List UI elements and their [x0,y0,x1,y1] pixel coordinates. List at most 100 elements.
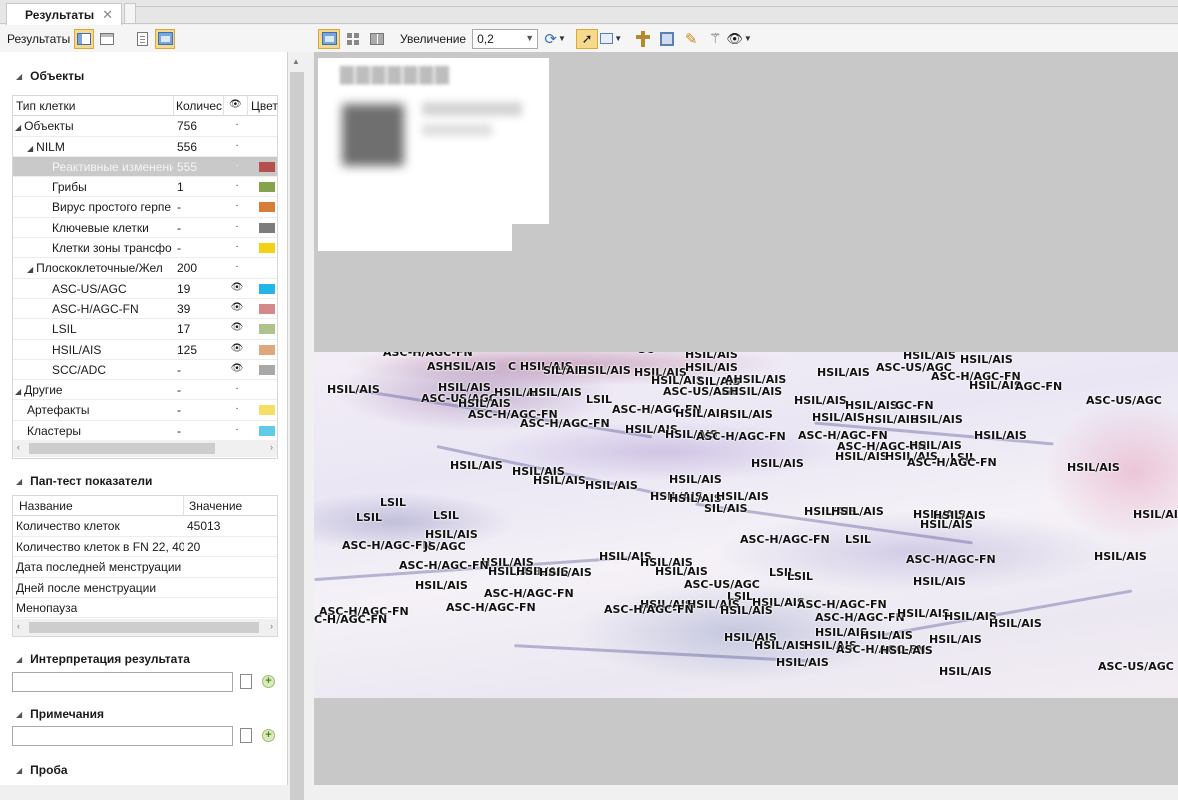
cell-annotation-label[interactable]: HSIL/AIS [327,383,380,396]
cell-annotation-label[interactable]: ASC-H/AGC-FN [906,553,996,566]
tree-row[interactable]: Кластеры - · [13,421,277,442]
tree-row[interactable]: ◢ Другие - · [13,380,277,401]
expand-arrow-icon[interactable]: ◢ [27,144,33,153]
report-button[interactable] [132,29,152,49]
cell-annotation-label[interactable]: HSIL/AIS [655,565,708,578]
cell-annotation-label[interactable]: JS/AGC [424,540,466,553]
scroll-right-icon[interactable]: › [270,621,273,631]
cell-annotation-label[interactable]: HSIL/AIS [669,473,722,486]
cell-annotation-label[interactable]: HSIL/AIS [720,604,773,617]
cell-annotation-label[interactable]: LSIL [787,570,813,583]
cell-annotation-label[interactable]: ASC-US/AGC [1098,660,1174,673]
crosshair-tool-button[interactable] [632,29,654,49]
pap-horizontal-scrollbar[interactable]: ‹ › [13,619,277,636]
cell-annotation-label[interactable]: HSIL/AIS [929,633,982,646]
tab-overflow[interactable] [124,3,136,23]
visibility-toggle[interactable]: · [230,261,244,272]
cell-annotation-label[interactable]: HSIL/AIS [529,386,582,399]
single-view-button[interactable] [318,28,340,49]
cell-annotation-label[interactable]: HSIL/AIS [812,411,865,424]
column-color[interactable]: Цвет [251,99,279,113]
tree-row[interactable]: Артефакты - · [13,400,277,421]
table-row[interactable]: Менопауза [13,598,277,619]
color-swatch[interactable] [259,202,275,213]
visibility-toggle[interactable]: · [230,221,244,232]
cell-annotation-label[interactable]: HSIL/AIS [817,366,870,379]
cell-annotation-label[interactable]: HSIL/AIS [860,629,913,642]
tab-results[interactable]: Результаты ✕ [6,3,122,25]
pap-section-header[interactable]: ◢ Пап-тест показатели [16,474,152,488]
cell-annotation-label[interactable]: SIL/AIS [704,502,748,515]
slide-viewer[interactable]: ▇▇▇▇▇▇▇ ASC-H/AGC-FNASC-H/AGC-FNASC-US/A… [314,52,1178,785]
cell-annotation-label[interactable]: ASC-H/AGC-FN [484,587,574,600]
visibility-toggle[interactable]: · [230,403,244,414]
tree-row[interactable]: SCC/ADC - 👁 [13,360,277,381]
add-icon[interactable]: + [262,729,275,742]
cell-annotation-label[interactable]: ASC-H/AGC-FN [740,533,830,546]
cell-annotation-label[interactable]: SC [638,352,654,356]
scrollbar-thumb[interactable] [29,443,215,454]
column-value[interactable]: Значение [189,499,242,513]
color-swatch[interactable] [259,303,275,314]
color-swatch[interactable] [259,364,275,375]
color-swatch[interactable] [259,344,275,355]
cell-annotation-label[interactable]: HSIL/AIS [960,353,1013,366]
rotate-button[interactable]: ⟳ ▼ [544,29,566,49]
tree-row[interactable]: ◢ Плоскоклеточные/Жел 200 · [13,258,277,279]
cell-annotation-label[interactable]: ASC-H/AGC-FN [520,417,610,430]
tree-row[interactable]: Реактивные изменени 555 · [13,156,277,178]
results-vertical-scrollbar[interactable]: ▲ [288,52,306,800]
tree-row[interactable]: ASC-US/AGC 19 👁 [13,279,277,299]
cell-annotation-label[interactable]: ASC-H/AGC-FN [815,611,905,624]
cell-annotation-label[interactable]: AGC-FN [1015,380,1062,393]
side-panel-view-button[interactable] [74,28,95,49]
add-icon[interactable]: + [262,675,275,688]
tree-row[interactable]: ◢ NILM 556 · [13,137,277,157]
visibility-button[interactable]: 👁 ▼ [726,29,751,49]
table-row[interactable]: Дней после менструации [13,578,277,598]
cell-annotation-label[interactable]: HSIL/AIS [1067,461,1120,474]
tree-row[interactable]: LSIL 17 👁 [13,319,277,340]
cell-annotation-label[interactable]: HSIL/AIS [920,518,973,531]
split-view-button[interactable] [366,29,388,49]
close-icon[interactable]: ✕ [102,7,113,23]
cell-annotation-label[interactable]: HSIL/AIS [685,352,738,361]
color-swatch[interactable] [259,161,275,172]
cell-annotation-label[interactable]: HSIL/AIS [1094,550,1147,563]
color-swatch[interactable] [259,324,275,335]
cell-annotation-label[interactable]: HSIL/AIS [939,665,992,678]
cell-annotation-label[interactable]: ASC-US/AGC [1086,394,1162,407]
objects-horizontal-scrollbar[interactable]: ‹ › [13,440,277,457]
visibility-toggle[interactable]: · [230,424,244,435]
visibility-toggle[interactable]: · [230,160,244,171]
cell-annotation-label[interactable]: LSIL [433,509,459,522]
cell-annotation-label[interactable]: HSIL/AIS [754,639,807,652]
tree-row[interactable]: Грибы 1 · [13,177,277,198]
interpretation-input[interactable] [12,672,233,692]
cell-annotation-label[interactable]: HSIL/AIS [450,459,503,472]
eye-icon[interactable]: 👁 [230,363,244,374]
cell-annotation-label[interactable]: LSIL [845,533,871,546]
scroll-up-icon[interactable]: ▲ [292,57,300,66]
template-document-icon[interactable] [240,728,252,743]
splitter[interactable] [306,52,314,785]
cell-annotation-label[interactable]: LSIL [380,496,406,509]
eye-icon[interactable]: 👁 [229,99,242,110]
scroll-right-icon[interactable]: › [270,442,273,452]
tree-row[interactable]: Ключевые клетки - · [13,218,277,239]
slide-scan-image[interactable]: ASC-H/AGC-FN ASC-H/AGC-FN ASC-US/AGC HSIL/A… [314,352,1178,698]
visibility-toggle[interactable]: · [230,383,244,394]
cell-annotation-label[interactable]: HSIL/AIS [539,566,592,579]
cell-annotation-label[interactable]: HSIL/AIS [989,617,1042,630]
cell-annotation-label[interactable]: HSIL/AIS [880,644,933,657]
interpretation-section-header[interactable]: ◢ Интерпретация результата [16,652,190,666]
column-name[interactable]: Название [19,499,73,513]
expand-arrow-icon[interactable]: ◢ [15,123,21,132]
eye-icon[interactable]: 👁 [230,322,244,333]
cell-annotation-label[interactable]: HSIL/AIS [910,413,963,426]
cell-annotation-label[interactable]: C-H/AGC-FN [314,613,387,626]
color-swatch[interactable] [259,222,275,233]
expand-arrow-icon[interactable]: ◢ [27,265,33,274]
objects-section-header[interactable]: ◢ Объекты [16,69,84,83]
color-swatch[interactable] [259,182,275,193]
